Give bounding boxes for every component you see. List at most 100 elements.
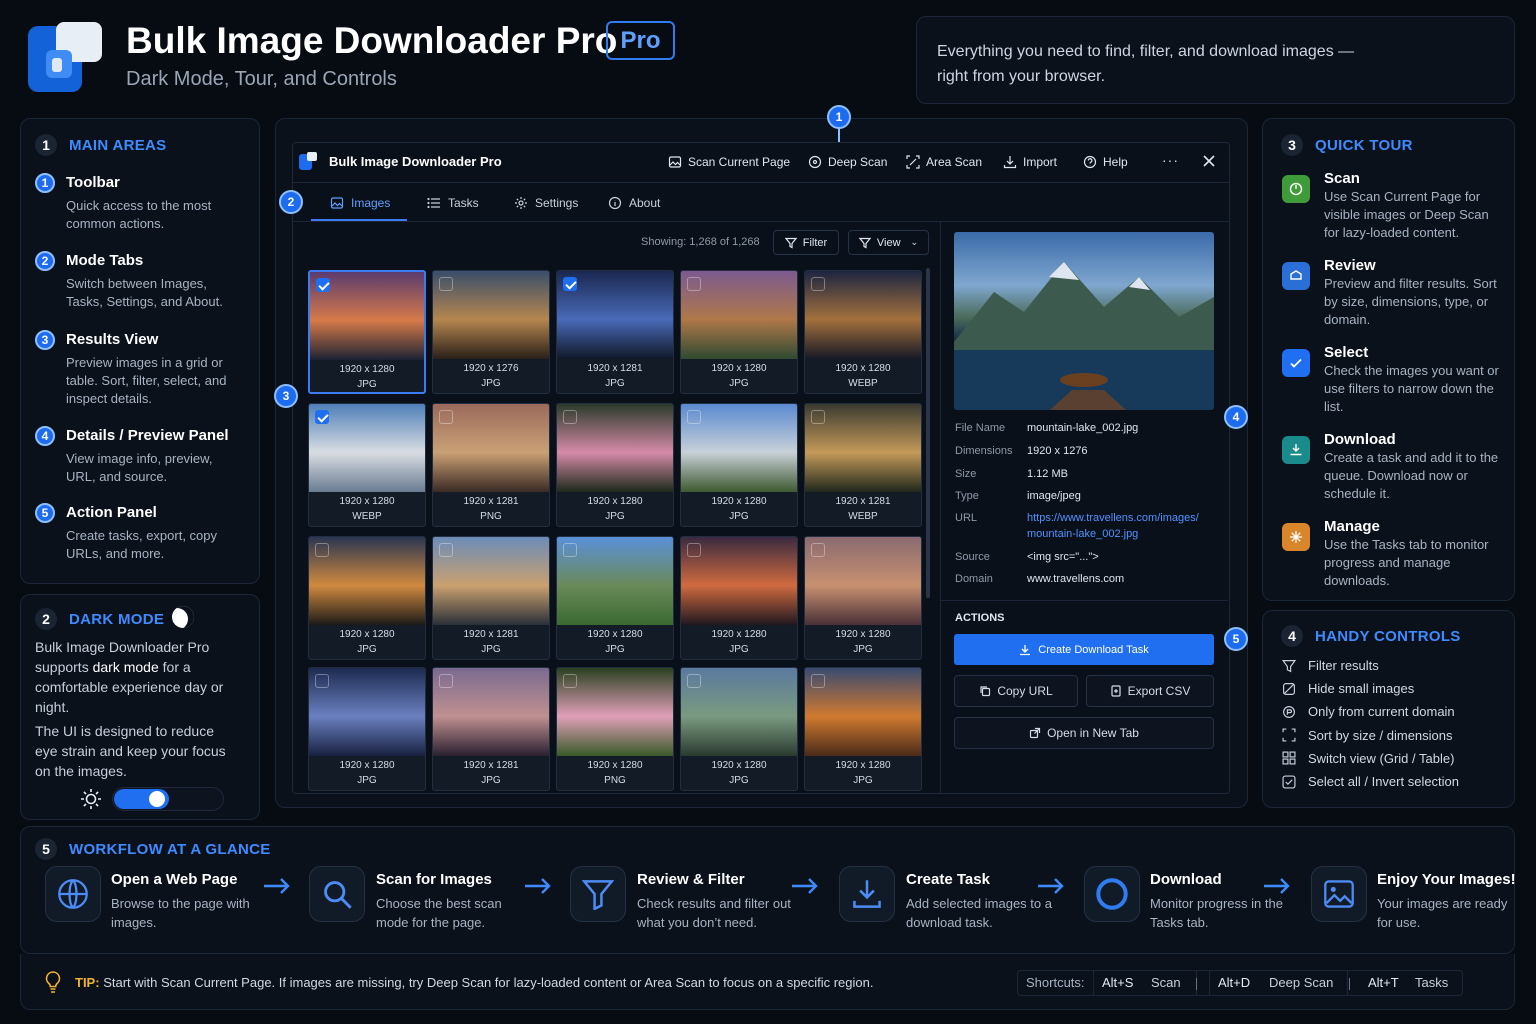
results-count: Showing: 1,268 of 1,268 xyxy=(641,236,760,248)
toolbar-deep-scan-button[interactable]: Deep Scan xyxy=(808,150,887,174)
thumbnail-checkbox[interactable] xyxy=(687,277,701,291)
thumbnail-checkbox[interactable] xyxy=(811,410,825,424)
tab-settings[interactable]: Settings xyxy=(514,185,578,221)
tab-tasks[interactable]: Tasks xyxy=(427,185,479,221)
tab-images[interactable]: Images xyxy=(330,185,390,221)
thumbnail-format: JPG xyxy=(605,378,625,389)
section-number: 4 xyxy=(1281,625,1303,647)
main-area-number: 4 xyxy=(35,426,55,446)
detail-url-link-cont[interactable]: mountain-lake_002.jpg xyxy=(1027,528,1138,540)
tab-label: Tasks xyxy=(448,196,479,210)
image-thumbnail[interactable]: 1920 x 1280 JPG xyxy=(804,536,922,660)
thumbnail-dimensions: 1920 x 1281 xyxy=(463,629,519,640)
close-icon[interactable] xyxy=(1202,154,1216,168)
filter-button[interactable]: Filter xyxy=(773,230,839,255)
tip-text-row: TIP: Start with Scan Current Page. If im… xyxy=(75,975,873,990)
image-thumbnail[interactable]: 1920 x 1280 JPG xyxy=(680,536,798,660)
callout-details: 4 xyxy=(1224,405,1248,429)
image-thumbnail[interactable]: 1920 x 1280 JPG xyxy=(308,536,426,660)
toolbar-import-button[interactable]: Import xyxy=(1003,150,1057,174)
thumbnail-dimensions: 1920 x 1280 xyxy=(587,629,643,640)
tab-about[interactable]: About xyxy=(608,185,660,221)
more-icon[interactable]: ··· xyxy=(1162,152,1179,168)
image-thumbnail[interactable]: 1920 x 1280 JPG xyxy=(680,667,798,791)
help-icon xyxy=(1083,155,1097,169)
thumbnail-checkbox[interactable] xyxy=(315,674,329,688)
image-thumbnail[interactable]: 1920 x 1280 JPG xyxy=(680,403,798,527)
image-thumbnail[interactable]: 1920 x 1280 JPG xyxy=(556,403,674,527)
image-thumbnail[interactable]: 1920 x 1281 WEBP xyxy=(804,403,922,527)
handy-control-item: Select all / Invert selection xyxy=(1282,774,1459,789)
detail-url-link[interactable]: https://www.travellens.com/images/ xyxy=(1027,512,1199,524)
details-divider xyxy=(940,222,941,793)
shortcut-separator xyxy=(1347,971,1348,995)
thumbnail-format: PNG xyxy=(480,511,502,522)
handy-control-item: Only from current domain xyxy=(1282,704,1455,719)
tip-text: Start with Scan Current Page. If images … xyxy=(103,975,874,990)
image-thumbnail[interactable]: 1920 x 1281 JPG xyxy=(556,270,674,394)
thumbnail-checkbox[interactable] xyxy=(439,277,453,291)
image-thumbnail[interactable]: 1920 x 1280 JPG xyxy=(308,270,426,394)
toolbar-help-button[interactable]: Help xyxy=(1083,150,1128,174)
thumbnail-dimensions: 1920 x 1281 xyxy=(835,496,891,507)
thumbnail-checkbox[interactable] xyxy=(315,410,329,424)
filter-label: Filter xyxy=(802,236,828,249)
image-thumbnail[interactable]: 1920 x 1280 JPG xyxy=(556,536,674,660)
image-thumbnail[interactable]: 1920 x 1276 JPG xyxy=(432,270,550,394)
image-thumbnail[interactable]: 1920 x 1280 JPG xyxy=(804,667,922,791)
thumbnail-checkbox[interactable] xyxy=(811,543,825,557)
toolbar-label: Import xyxy=(1023,155,1058,169)
toggle-knob xyxy=(149,791,165,807)
thumbnail-checkbox[interactable] xyxy=(439,543,453,557)
thumbnail-checkbox[interactable] xyxy=(811,674,825,688)
callout-actions: 5 xyxy=(1224,627,1248,651)
callout-results: 3 xyxy=(274,384,298,408)
dark-mode-toggle[interactable] xyxy=(112,787,224,811)
grid-scrollbar[interactable] xyxy=(926,268,930,598)
image-thumbnail[interactable]: 1920 x 1280 PNG xyxy=(556,667,674,791)
dark-mode-header: 2 DARK MODE xyxy=(35,608,164,630)
thumbnail-checkbox[interactable] xyxy=(563,277,577,291)
thumbnail-checkbox[interactable] xyxy=(439,410,453,424)
copy-url-label: Copy URL xyxy=(997,684,1053,698)
image-thumbnail[interactable]: 1920 x 1280 WEBP xyxy=(804,270,922,394)
handy-control-label: Hide small images xyxy=(1308,681,1415,697)
main-area-number: 2 xyxy=(35,251,55,271)
thumbnail-checkbox[interactable] xyxy=(687,410,701,424)
image-thumbnail[interactable]: 1920 x 1280 JPG xyxy=(680,270,798,394)
image-thumbnail[interactable]: 1920 x 1280 WEBP xyxy=(308,403,426,527)
thumbnail-checkbox[interactable] xyxy=(563,674,577,688)
app-window-logo xyxy=(298,151,318,171)
image-thumbnail[interactable]: 1920 x 1281 PNG xyxy=(432,403,550,527)
section-number: 1 xyxy=(35,134,57,156)
image-thumbnail[interactable]: 1920 x 1281 JPG xyxy=(432,667,550,791)
toolbar-area-scan-button[interactable]: Area Scan xyxy=(906,150,982,174)
thumbnail-checkbox[interactable] xyxy=(687,674,701,688)
external-link-icon xyxy=(1029,727,1041,739)
export-csv-button[interactable]: Export CSV xyxy=(1086,675,1214,707)
image-thumbnail[interactable]: 1920 x 1281 JPG xyxy=(432,536,550,660)
thumbnail-dimensions: 1920 x 1280 xyxy=(835,629,891,640)
thumbnail-dimensions: 1920 x 1280 xyxy=(711,629,767,640)
thumbnail-checkbox[interactable] xyxy=(315,543,329,557)
domain-icon xyxy=(1282,705,1296,719)
view-button[interactable]: View ⌄ xyxy=(848,230,929,255)
thumbnail-checkbox[interactable] xyxy=(563,543,577,557)
thumbnail-checkbox[interactable] xyxy=(563,410,577,424)
main-area-title: Action Panel xyxy=(66,504,157,521)
thumbnail-checkbox[interactable] xyxy=(687,543,701,557)
handy-control-label: Select all / Invert selection xyxy=(1308,774,1460,789)
toolbar-label: Help xyxy=(1103,155,1128,169)
thumbnail-checkbox[interactable] xyxy=(316,278,330,292)
toolbar-scan-current-page-button[interactable]: Scan Current Page xyxy=(668,150,790,174)
create-download-task-button[interactable]: Create Download Task xyxy=(954,634,1214,665)
shortcut-key: Alt+D xyxy=(1218,975,1251,990)
tab-label: Settings xyxy=(535,196,579,210)
copy-url-button[interactable]: Copy URL xyxy=(954,675,1078,707)
open-in-new-tab-button[interactable]: Open in New Tab xyxy=(954,717,1214,749)
image-thumbnail[interactable]: 1920 x 1280 JPG xyxy=(308,667,426,791)
thumbnail-format: JPG xyxy=(605,511,625,522)
thumbnail-checkbox[interactable] xyxy=(811,277,825,291)
quick-tour-header: 3 QUICK TOUR xyxy=(1281,134,1413,156)
thumbnail-checkbox[interactable] xyxy=(439,674,453,688)
